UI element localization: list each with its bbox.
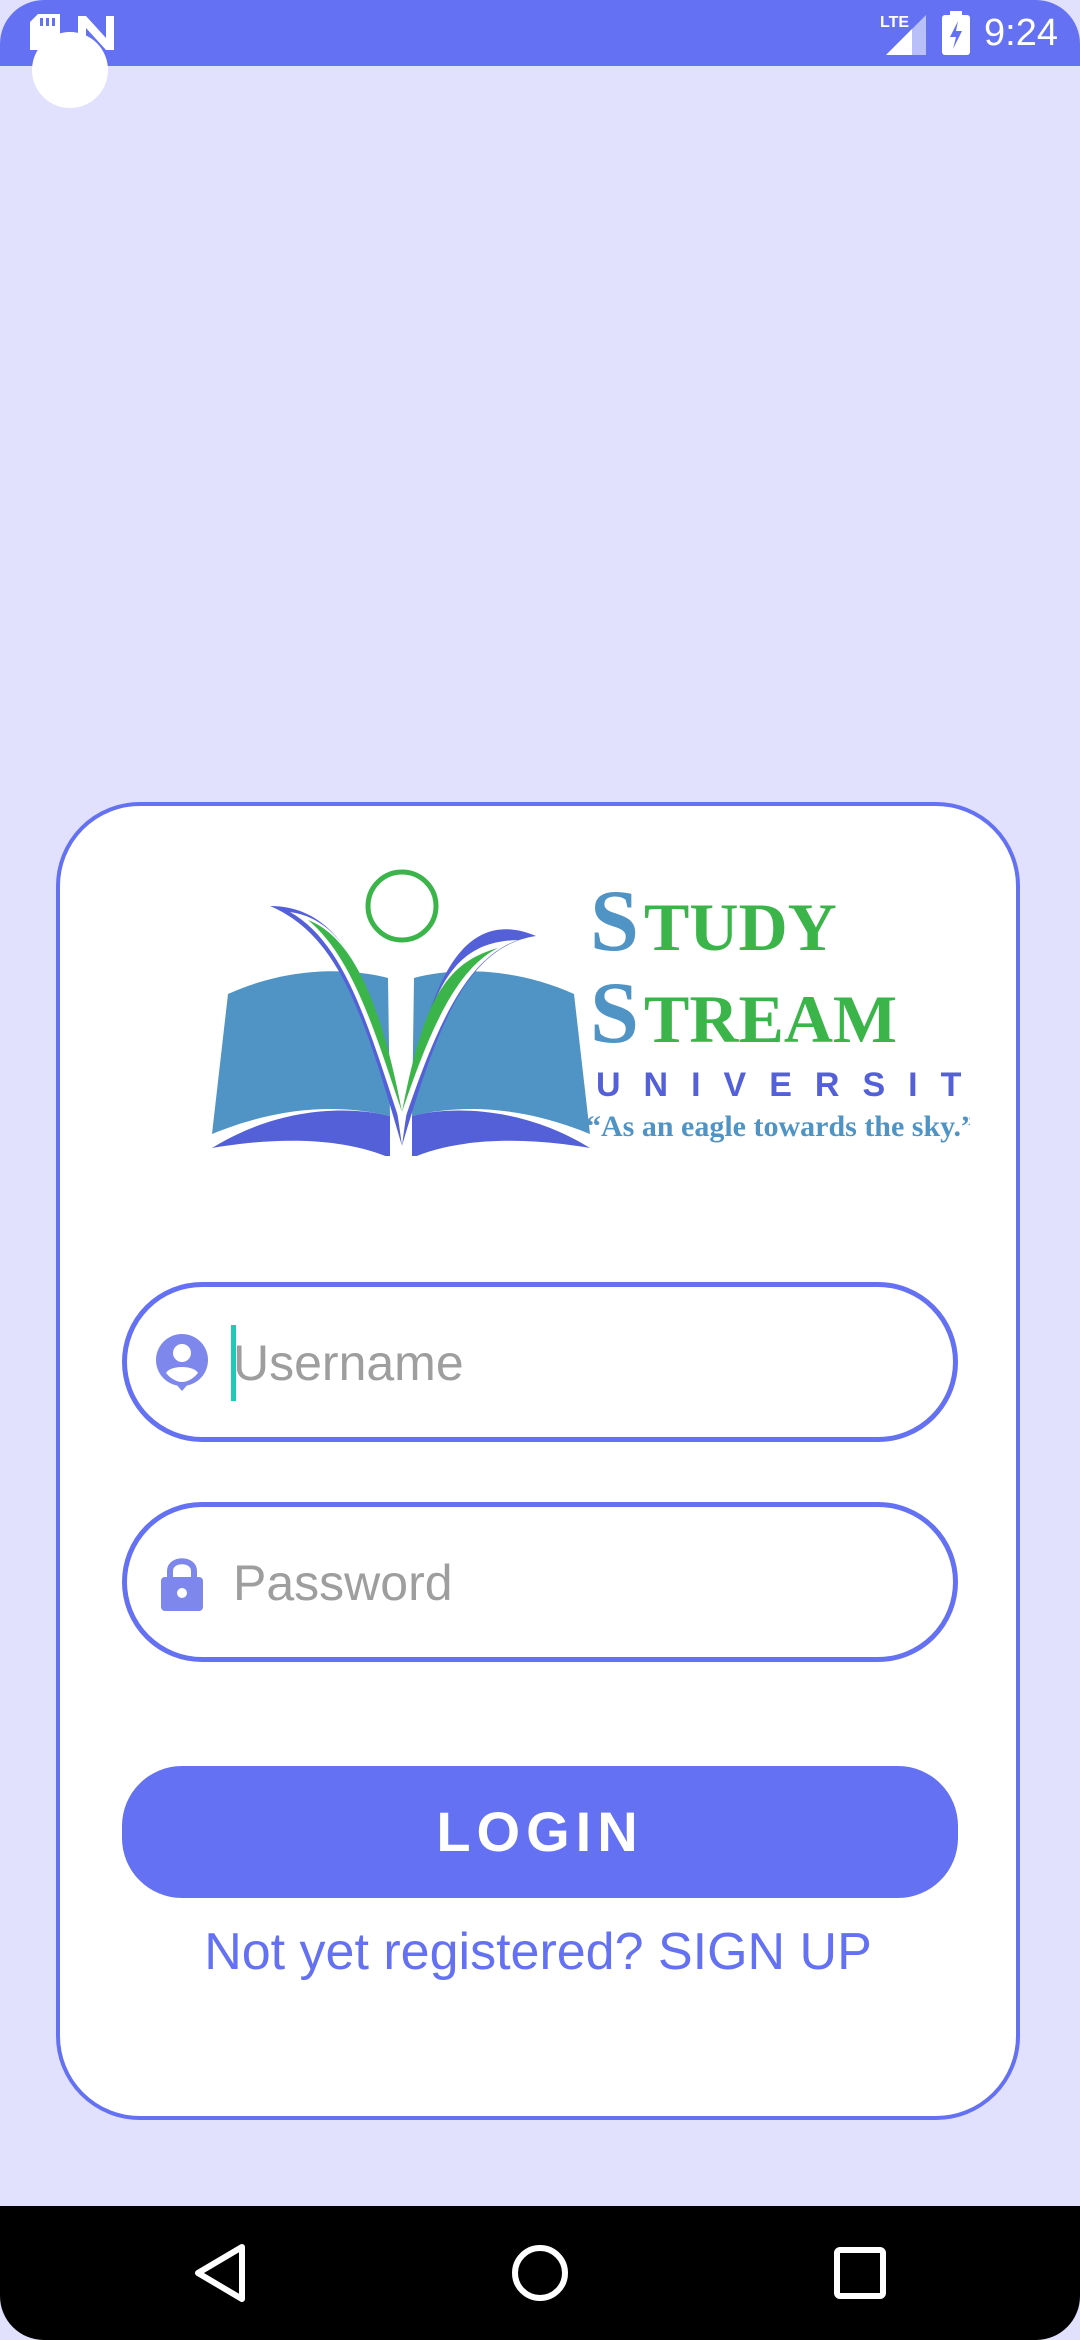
login-button[interactable]: LOGIN [122, 1766, 958, 1898]
lte-signal-icon: LTE [880, 14, 927, 55]
status-time: 9:24 [984, 12, 1058, 54]
svg-text:LTE: LTE [880, 14, 909, 31]
recents-button[interactable] [800, 2206, 920, 2340]
home-icon [512, 2245, 568, 2301]
login-card: S TUDY S TREAM UNIVERSITY “As an eagle t… [56, 802, 1020, 2120]
svg-text:TUDY: TUDY [644, 889, 837, 965]
password-field[interactable]: Password [122, 1502, 958, 1662]
svg-text:S: S [590, 965, 639, 1062]
lock-icon [161, 1558, 203, 1611]
back-button[interactable] [160, 2206, 280, 2340]
svg-text:“As an eagle towards the sky.”: “As an eagle towards the sky.” [586, 1110, 970, 1143]
svg-text:TREAM: TREAM [644, 981, 897, 1057]
status-bar: LTE 9:24 [0, 0, 1080, 66]
camera-cutout [32, 32, 108, 108]
status-right-icons: LTE 9:24 [878, 8, 1058, 58]
username-input[interactable]: Username [233, 1331, 464, 1395]
signup-link[interactable]: Not yet registered? SIGN UP [60, 1920, 1016, 1984]
navigation-bar [0, 2206, 1080, 2340]
back-icon [195, 2244, 245, 2302]
battery-charging-icon [942, 11, 971, 55]
username-field[interactable]: Username [122, 1282, 958, 1442]
home-button[interactable] [480, 2206, 600, 2340]
password-input[interactable]: Password [233, 1551, 453, 1615]
recents-icon [834, 2247, 886, 2299]
svg-text:S: S [590, 873, 639, 970]
svg-text:UNIVERSITY: UNIVERSITY [596, 1066, 970, 1104]
university-logo: S TUDY S TREAM UNIVERSITY “As an eagle t… [212, 869, 970, 1156]
account-icon [156, 1334, 208, 1391]
